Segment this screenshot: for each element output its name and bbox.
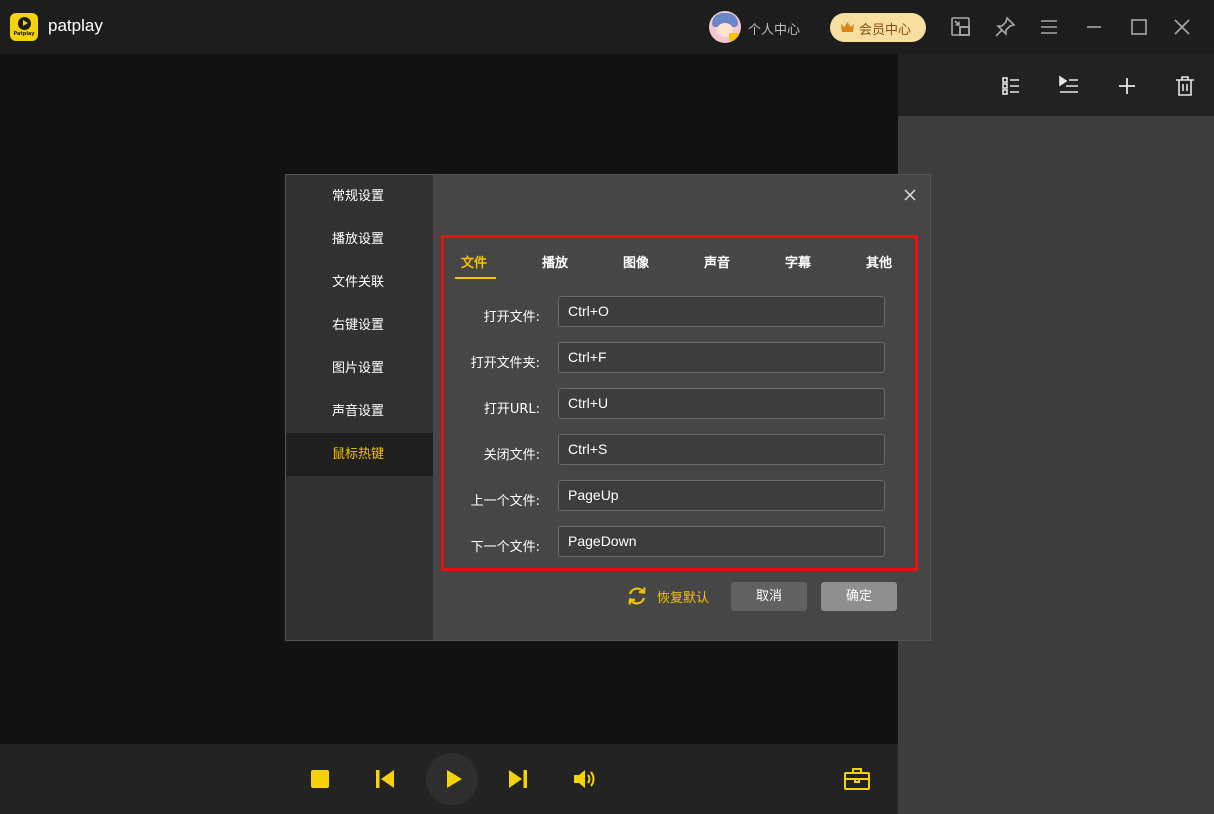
next-icon[interactable] bbox=[507, 768, 529, 790]
tab-other[interactable]: 其他 bbox=[866, 252, 892, 271]
vip-center-label: 会员中心 bbox=[859, 23, 912, 38]
mini-player-icon[interactable] bbox=[949, 15, 973, 39]
hotkey-label-previous-file: 上一个文件: bbox=[470, 494, 540, 509]
dialog-close-icon[interactable] bbox=[901, 186, 919, 204]
minimize-icon[interactable] bbox=[1082, 15, 1106, 39]
menu-icon[interactable] bbox=[1037, 15, 1061, 39]
crown-icon bbox=[841, 22, 854, 32]
app-title: patplay bbox=[48, 16, 103, 35]
hotkey-field-close-file[interactable]: Ctrl+S bbox=[558, 434, 885, 465]
ok-button[interactable]: 确定 bbox=[821, 582, 897, 611]
patplay-logo-icon: Patplay bbox=[10, 13, 38, 41]
tab-playback[interactable]: 播放 bbox=[542, 252, 568, 271]
settings-sidebar: 常规设置 播放设置 文件关联 右键设置 图片设置 声音设置 鼠标热键 bbox=[286, 175, 433, 640]
hotkey-label-next-file: 下一个文件: bbox=[470, 540, 540, 555]
hotkey-field-next-file[interactable]: PageDown bbox=[558, 526, 885, 557]
toolbox-icon[interactable] bbox=[843, 767, 871, 791]
hotkey-label-open-folder: 打开文件夹: bbox=[470, 356, 540, 371]
tab-sound[interactable]: 声音 bbox=[704, 252, 730, 271]
active-tab-underline bbox=[455, 277, 496, 279]
hotkey-field-previous-file[interactable]: PageUp bbox=[558, 480, 885, 511]
cancel-button[interactable]: 取消 bbox=[731, 582, 807, 611]
play-icon bbox=[447, 770, 462, 788]
hotkey-label-open-file: 打开文件: bbox=[483, 310, 540, 325]
sidebar-item-file-association[interactable]: 文件关联 bbox=[286, 261, 433, 304]
logo-text: Patplay bbox=[13, 31, 35, 37]
restore-defaults-label: 恢复默认 bbox=[657, 591, 710, 606]
stop-icon[interactable] bbox=[310, 769, 330, 789]
previous-icon[interactable] bbox=[374, 768, 396, 790]
tab-file[interactable]: 文件 bbox=[461, 252, 487, 271]
tab-subtitle[interactable]: 字幕 bbox=[785, 252, 811, 271]
sidebar-item-mouse-hotkeys[interactable]: 鼠标热键 bbox=[286, 433, 433, 476]
volume-icon[interactable] bbox=[572, 768, 596, 790]
sidebar-item-general[interactable]: 常规设置 bbox=[286, 175, 433, 218]
playlist-toolbar bbox=[898, 54, 1214, 116]
playlist-panel[interactable] bbox=[898, 116, 1214, 814]
settings-dialog: 常规设置 播放设置 文件关联 右键设置 图片设置 声音设置 鼠标热键 文件 播放… bbox=[285, 174, 931, 641]
user-center-link[interactable]: 个人中心 bbox=[748, 19, 800, 38]
close-icon[interactable] bbox=[1170, 15, 1194, 39]
sidebar-item-context-menu[interactable]: 右键设置 bbox=[286, 304, 433, 347]
sidebar-item-image[interactable]: 图片设置 bbox=[286, 347, 433, 390]
play-button[interactable] bbox=[426, 753, 478, 805]
pin-icon[interactable] bbox=[993, 15, 1017, 39]
sidebar-item-sound[interactable]: 声音设置 bbox=[286, 390, 433, 433]
hotkey-label-close-file: 关闭文件: bbox=[483, 448, 540, 463]
avatar[interactable] bbox=[709, 11, 741, 43]
add-icon[interactable] bbox=[1115, 74, 1139, 98]
maximize-icon[interactable] bbox=[1127, 15, 1151, 39]
vip-center-button[interactable]: 会员中心 bbox=[830, 13, 926, 42]
hotkey-label-open-url: 打开URL: bbox=[483, 402, 540, 417]
delete-icon[interactable] bbox=[1173, 74, 1197, 98]
playlist-play-icon[interactable] bbox=[1057, 74, 1081, 98]
title-bar: Patplay patplay 个人中心 会员中心 bbox=[0, 0, 1214, 54]
hotkey-panel: 文件 播放 图像 声音 字幕 其他 打开文件: Ctrl+O 打开文件夹: Ct… bbox=[441, 235, 918, 571]
sidebar-item-playback[interactable]: 播放设置 bbox=[286, 218, 433, 261]
tab-image[interactable]: 图像 bbox=[623, 252, 649, 271]
list-view-icon[interactable] bbox=[999, 74, 1023, 98]
control-bar bbox=[0, 744, 898, 814]
hotkey-field-open-file[interactable]: Ctrl+O bbox=[558, 296, 885, 327]
hotkey-field-open-folder[interactable]: Ctrl+F bbox=[558, 342, 885, 373]
hotkey-field-open-url[interactable]: Ctrl+U bbox=[558, 388, 885, 419]
refresh-icon bbox=[628, 587, 646, 605]
